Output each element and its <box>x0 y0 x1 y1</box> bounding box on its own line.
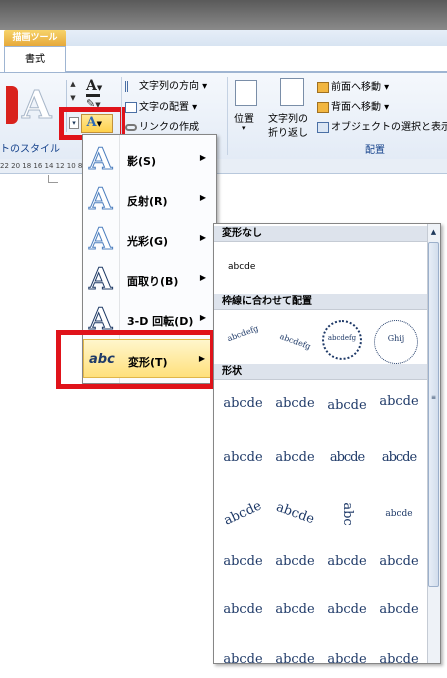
scroll-up-icon[interactable]: ▲ <box>67 80 79 94</box>
warp-option[interactable]: abc <box>329 489 365 539</box>
transform-submenu: 変形なし abcde 枠線に合わせて配置 abcdefg abcdefg abc… <box>213 223 441 667</box>
menu-item-label: 影(S) <box>127 155 156 168</box>
send-backward-icon <box>317 101 329 113</box>
warp-option[interactable]: abcde <box>270 592 320 628</box>
bring-forward-icon <box>317 81 329 93</box>
warp-option[interactable]: abcde <box>213 487 274 541</box>
text-fill-icon[interactable]: A▼ <box>86 78 102 94</box>
position-dropdown-icon[interactable]: ▾ <box>242 124 246 132</box>
wrap-label-line2[interactable]: 折り返し <box>268 124 308 139</box>
send-backward-button[interactable]: 背面へ移動 ▾ <box>317 98 389 113</box>
scrollbar-thumb[interactable] <box>428 242 439 587</box>
warp-option[interactable]: abcde <box>322 544 372 580</box>
create-link-label: リンクの作成 <box>139 122 199 133</box>
path-circle-option[interactable]: abcdefg <box>322 320 362 360</box>
submenu-arrow-icon: ▶ <box>199 233 206 242</box>
menu-item-shadow[interactable]: A 影(S) ▶ <box>83 139 216 178</box>
menu-item-label: 3-D 回転(D) <box>127 315 194 328</box>
scroll-up-icon[interactable]: ▲ <box>427 224 440 240</box>
tab-strip <box>66 30 447 46</box>
position-icon[interactable] <box>235 80 257 106</box>
text-direction-button[interactable]: 文字列の方向 ▾ <box>125 77 207 92</box>
menu-item-reflection[interactable]: A 反射(R) ▶ <box>83 179 216 218</box>
style-sample-red-icon[interactable] <box>6 86 18 124</box>
section-header-follow-path: 枠線に合わせて配置 <box>214 294 428 310</box>
warp-option[interactable]: abcde <box>218 440 268 476</box>
warp-option[interactable]: abcde <box>218 642 268 678</box>
title-bar <box>0 0 447 30</box>
warp-option[interactable]: abcde <box>270 386 320 422</box>
submenu-arrow-icon: ▶ <box>199 313 206 322</box>
text-direction-icon <box>125 80 137 92</box>
menu-item-bevel[interactable]: A 面取り(B) ▶ <box>83 259 216 298</box>
create-link-button[interactable]: リンクの作成 <box>125 118 199 133</box>
menu-item-label: 面取り(B) <box>127 275 179 288</box>
warp-option[interactable]: abcde <box>374 592 424 628</box>
path-arch-up-option[interactable]: abcdefg <box>213 309 272 360</box>
warp-option[interactable]: abcde <box>374 544 424 580</box>
link-icon <box>125 123 137 131</box>
warp-option[interactable]: abcde <box>322 592 372 628</box>
tab-baseline <box>66 71 447 72</box>
bring-forward-label: 前面へ移動 <box>331 82 381 93</box>
path-button-option[interactable]: Ghij <box>374 320 418 364</box>
warp-option[interactable]: abcde <box>374 496 424 532</box>
shadow-effect-icon: A <box>88 142 113 178</box>
selection-pane-button[interactable]: オブジェクトの選択と表示 <box>317 118 447 133</box>
no-transform-option[interactable]: abcde <box>228 262 255 272</box>
text-wrap-icon[interactable] <box>280 78 304 106</box>
group-label-arrange: 配置 <box>365 145 385 156</box>
warp-option[interactable]: abcde <box>218 386 268 422</box>
warp-option[interactable]: abcde <box>322 388 372 424</box>
warp-option[interactable]: abcde <box>218 592 268 628</box>
warp-option[interactable]: abcde <box>270 642 320 678</box>
text-direction-label: 文字列の方向 <box>139 81 199 92</box>
section-header-no-transform: 変形なし <box>214 226 428 242</box>
menu-item-label: 光彩(G) <box>127 235 169 248</box>
send-backward-label: 背面へ移動 <box>331 102 381 113</box>
path-arch-down-option[interactable]: abcdefg <box>265 317 324 368</box>
section-header-warp: 形状 <box>214 364 428 380</box>
menu-item-label: 反射(R) <box>127 195 168 208</box>
wordart-style-sample-icon[interactable]: A <box>21 82 52 128</box>
text-align-icon <box>125 101 137 113</box>
position-label[interactable]: 位置 <box>234 110 254 125</box>
reflection-effect-icon: A <box>88 182 113 218</box>
warp-option[interactable]: abcde <box>374 642 424 678</box>
warp-option[interactable]: abcde <box>270 440 320 476</box>
selection-pane-label: オブジェクトの選択と表示 <box>331 122 447 133</box>
menu-item-glow[interactable]: A 光彩(G) ▶ <box>83 219 216 258</box>
submenu-arrow-icon: ▶ <box>199 193 206 202</box>
bevel-effect-icon: A <box>88 262 113 298</box>
submenu-arrow-icon: ▶ <box>199 273 206 282</box>
highlight-box-transform <box>56 330 215 389</box>
text-align-label: 文字の配置 <box>139 102 189 113</box>
warp-option[interactable]: abcde <box>374 440 424 476</box>
glow-effect-icon: A <box>88 222 113 258</box>
tab-format[interactable]: 書式 <box>4 46 66 72</box>
bring-forward-button[interactable]: 前面へ移動 ▾ <box>317 78 389 93</box>
warp-option[interactable]: abcde <box>322 440 372 476</box>
horizontal-ruler[interactable]: 22 20 18 16 14 12 10 8 6 4 2 2 4 6 8 10 … <box>0 159 447 174</box>
submenu-scrollbar[interactable]: ▲ ≡ <box>427 224 440 663</box>
scrollbar-grip-icon: ≡ <box>431 394 437 401</box>
warp-option[interactable]: abcde <box>374 384 424 420</box>
warp-option[interactable]: abcde <box>218 544 268 580</box>
group-label-styles: トのスタイル <box>0 144 60 155</box>
warp-option[interactable]: abcde <box>270 544 320 580</box>
scroll-down-icon[interactable]: ▼ <box>67 94 79 108</box>
warp-option[interactable]: abcde <box>265 489 324 540</box>
drawing-tools-context-tab: 描画ツール <box>4 30 66 46</box>
page-corner-mark <box>48 175 58 183</box>
submenu-arrow-icon: ▶ <box>199 153 206 162</box>
group-divider <box>227 77 228 155</box>
warp-option[interactable]: abcde <box>322 642 372 678</box>
wrap-label-line1[interactable]: 文字列の <box>268 110 308 125</box>
text-align-button[interactable]: 文字の配置 ▾ <box>125 98 197 113</box>
group-divider <box>121 77 122 139</box>
selection-pane-icon <box>317 121 329 133</box>
